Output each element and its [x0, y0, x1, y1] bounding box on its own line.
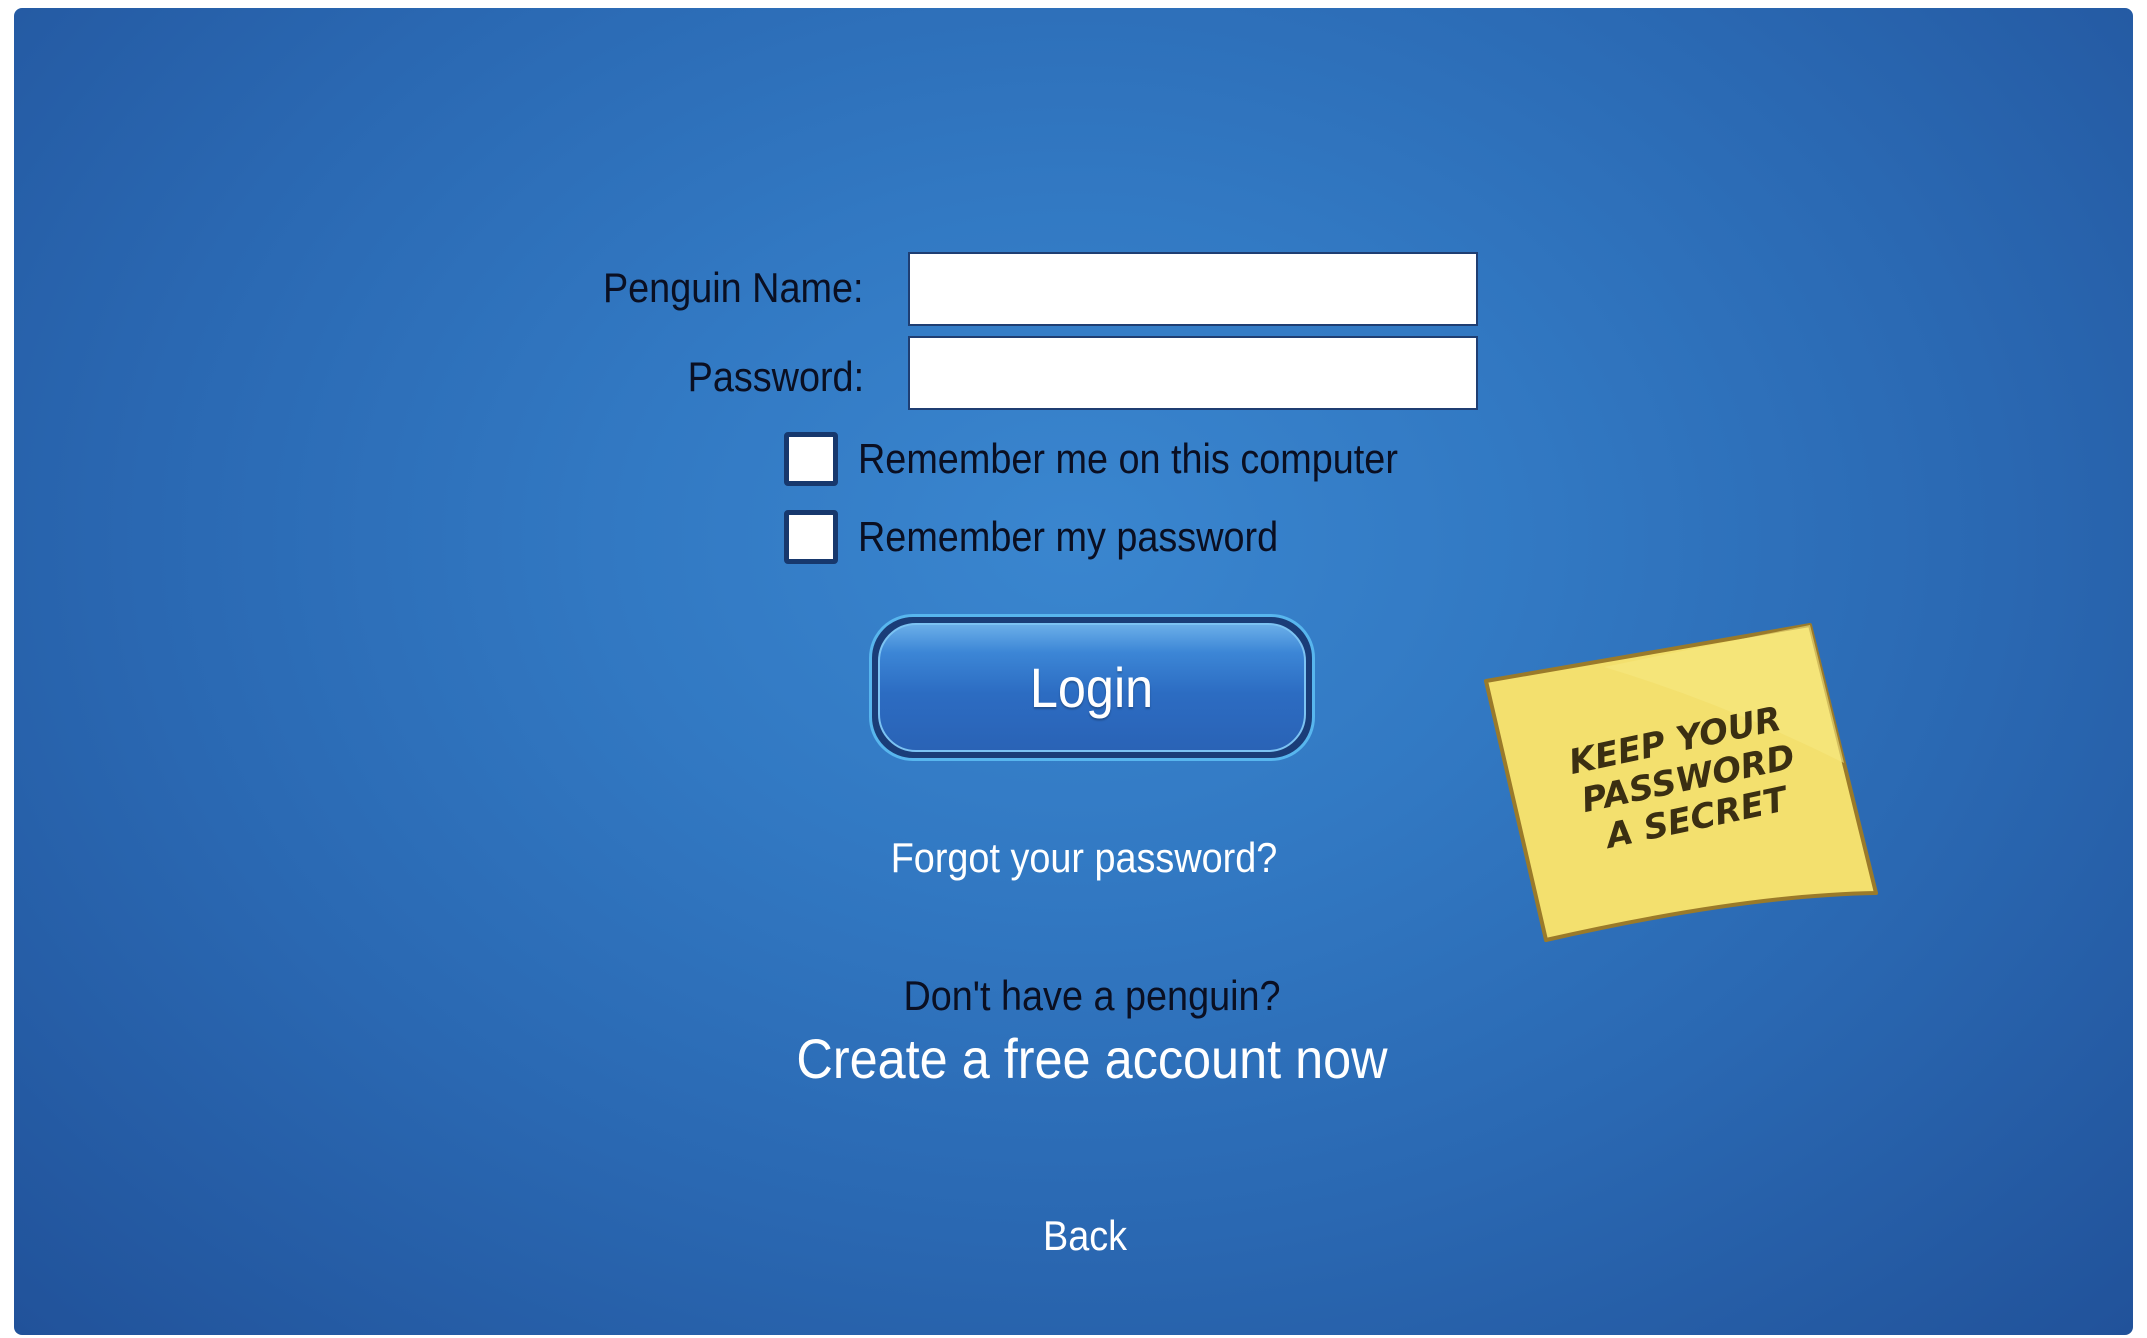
- login-button-label: Login: [1030, 656, 1154, 719]
- sticky-note-graphic: KEEP YOUR PASSWORD A SECRET: [1484, 623, 1878, 942]
- remember-password-checkbox[interactable]: [784, 510, 838, 564]
- login-button[interactable]: Login: [878, 623, 1306, 752]
- penguin-name-input[interactable]: [908, 252, 1478, 326]
- back-link[interactable]: Back: [1043, 1212, 1127, 1260]
- remember-password-label[interactable]: Remember my password: [858, 513, 1278, 561]
- password-label: Password:: [687, 353, 864, 400]
- penguin-name-label: Penguin Name:: [603, 264, 864, 311]
- create-account-link[interactable]: Create a free account now: [796, 1026, 1387, 1091]
- no-penguin-text: Don't have a penguin?: [903, 972, 1281, 1019]
- remember-me-row[interactable]: Remember me on this computer: [784, 432, 1458, 486]
- sticky-note: KEEP YOUR PASSWORD A SECRET: [1484, 623, 1884, 953]
- remember-me-checkbox[interactable]: [784, 432, 838, 486]
- password-input[interactable]: [908, 336, 1478, 410]
- forgot-password-link[interactable]: Forgot your password?: [891, 834, 1278, 882]
- remember-me-label[interactable]: Remember me on this computer: [858, 435, 1398, 483]
- remember-password-row[interactable]: Remember my password: [784, 510, 1325, 564]
- login-panel: Penguin Name: Password: Remember me on t…: [14, 8, 2133, 1335]
- login-button-frame[interactable]: Login: [869, 614, 1315, 761]
